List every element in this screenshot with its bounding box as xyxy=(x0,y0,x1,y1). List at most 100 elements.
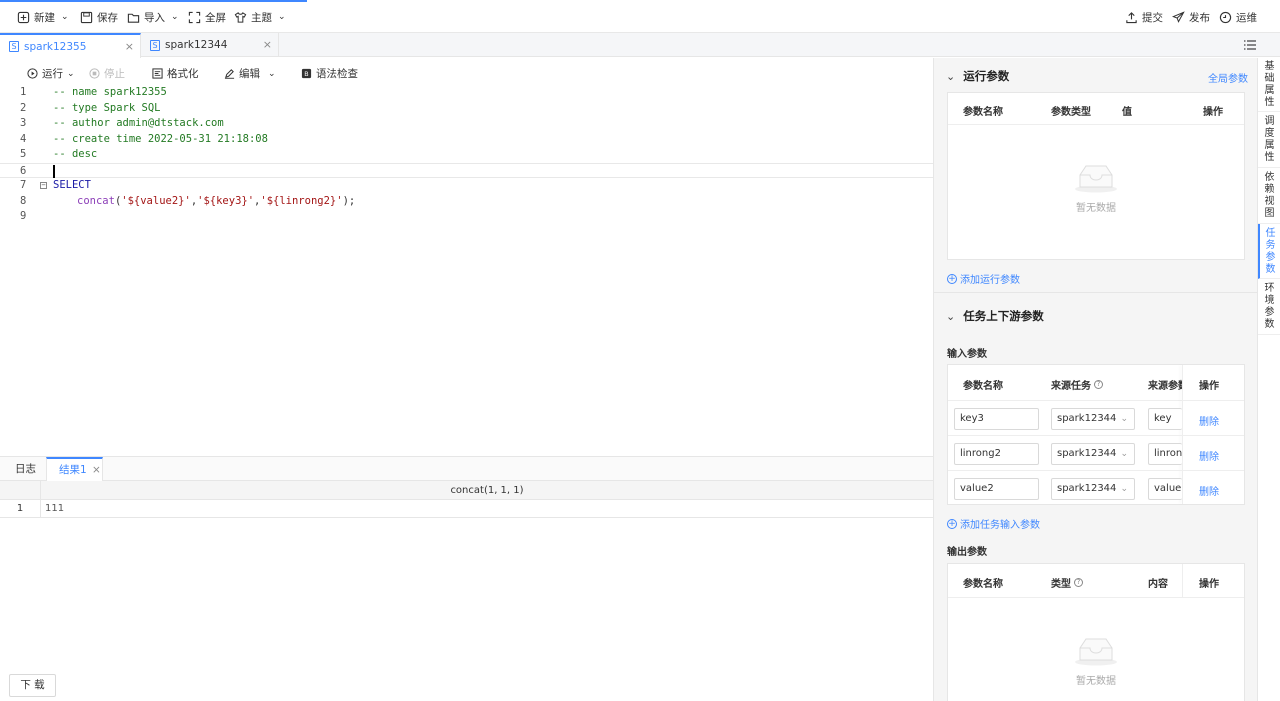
output-params-table: 参数名称 类型? 内容 操作 暂无数据 xyxy=(947,563,1245,701)
side-tab-basic-props[interactable]: 基础属性 xyxy=(1258,58,1280,112)
code-line-current: 6 xyxy=(0,162,933,178)
close-icon[interactable]: × xyxy=(92,464,101,476)
help-icon[interactable]: ? xyxy=(1094,380,1103,389)
table-row: 1 111 xyxy=(0,500,933,518)
add-input-param-button[interactable]: + 添加任务输入参数 xyxy=(947,516,1040,531)
theme-button[interactable]: 主题 ⌄ xyxy=(234,9,286,25)
code-line: 5 -- desc xyxy=(20,148,98,160)
import-button[interactable]: 导入 ⌄ xyxy=(127,9,179,25)
input-params-table: 参数名称 来源任务? 来源参数 操作 key3 spark12344⌄ key … xyxy=(947,364,1245,505)
send-icon xyxy=(1172,10,1185,23)
tab-list-icon[interactable] xyxy=(1244,40,1256,50)
param-name-input[interactable]: linrong2 xyxy=(954,443,1039,465)
plus-icon: + xyxy=(947,518,957,529)
delete-button[interactable]: 删除 xyxy=(1199,448,1219,463)
format-button[interactable]: 格式化 xyxy=(152,66,199,81)
global-params-link[interactable]: 全局参数 xyxy=(1208,70,1248,85)
code-editor[interactable]: 1 -- name spark12355 2 -- type Spark SQL 3… xyxy=(0,85,933,225)
table-row: value2 spark12344 ⌄ value 删除 xyxy=(948,471,1244,506)
source-task-select[interactable]: spark12344 ⌄ xyxy=(1051,443,1135,465)
source-task-select[interactable]: spark12344 ⌄ xyxy=(1051,408,1135,430)
fold-icon[interactable]: − xyxy=(40,182,47,189)
submit-button[interactable]: 提交 xyxy=(1125,9,1163,25)
side-tab-env-params[interactable]: 环境参数 xyxy=(1258,279,1280,335)
source-param-select[interactable]: value xyxy=(1148,478,1182,500)
run-button[interactable]: 运行 ⌄ xyxy=(27,66,75,81)
source-param-select[interactable]: linrong xyxy=(1148,443,1182,465)
pencil-icon xyxy=(224,69,235,79)
result-grid-header: concat(1, 1, 1) xyxy=(0,481,933,500)
save-button[interactable]: 保存 xyxy=(80,9,118,25)
save-icon xyxy=(80,11,93,23)
code-line: 2 -- type Spark SQL xyxy=(20,101,161,114)
upload-icon xyxy=(1126,11,1137,23)
close-icon[interactable]: × xyxy=(125,40,134,53)
help-icon[interactable]: ? xyxy=(1074,578,1083,587)
param-name-input[interactable]: key3 xyxy=(954,408,1039,430)
param-name-input[interactable]: value2 xyxy=(954,478,1039,500)
fullscreen-button[interactable]: 全屏 xyxy=(188,9,226,25)
chevron-down-icon: ⌄ xyxy=(1120,449,1128,459)
tab-result-1[interactable]: 结果1 × xyxy=(46,457,103,482)
table-cell[interactable]: 111 xyxy=(45,500,64,517)
table-header: 参数名称 来源任务? 来源参数 操作 xyxy=(948,365,1244,401)
chevron-down-icon: ⌄ xyxy=(946,309,956,323)
svg-text:B: B xyxy=(304,70,308,78)
upstream-params-section[interactable]: ⌄ 任务上下游参数 xyxy=(946,308,1044,324)
close-icon[interactable]: × xyxy=(263,38,272,51)
file-tab-bar: S spark12355 × S spark12344 × xyxy=(0,33,1280,58)
chevron-down-icon: ⌄ xyxy=(171,12,179,22)
side-tab-dependency-view[interactable]: 依赖视图 xyxy=(1258,168,1280,224)
source-task-select[interactable]: spark12344 ⌄ xyxy=(1051,478,1135,500)
download-button[interactable]: 下 载 xyxy=(9,674,56,697)
edit-button[interactable]: 编辑 ⌄ xyxy=(224,66,276,81)
delete-button[interactable]: 删除 xyxy=(1199,413,1219,428)
ops-button[interactable]: 运维 xyxy=(1219,9,1257,25)
row-number: 1 xyxy=(0,500,41,517)
side-tab-task-params[interactable]: 任务参数 xyxy=(1258,224,1280,279)
chevron-down-icon: ⌄ xyxy=(1120,484,1128,494)
loading-bar xyxy=(0,0,307,2)
text-caret xyxy=(53,164,55,178)
fixed-column-shadow xyxy=(1182,564,1183,598)
code-line: 9 xyxy=(20,210,27,222)
top-toolbar: 新建 ⌄ 保存 导入 ⌄ 全屏 主题 ⌄ 提交 发布 运维 xyxy=(0,0,1280,33)
run-params-table: 参数名称 参数类型 值 操作 暂无数据 xyxy=(947,92,1245,260)
table-row: key3 spark12344 ⌄ key 删除 xyxy=(948,401,1244,436)
stop-button[interactable]: 停止 xyxy=(89,66,125,81)
side-tab-schedule-props[interactable]: 调度属性 xyxy=(1258,112,1280,168)
tab-spark12344[interactable]: S spark12344 × xyxy=(141,33,279,57)
new-button[interactable]: 新建 ⌄ xyxy=(17,9,69,25)
code-line: 1 -- name spark12355 xyxy=(20,86,167,98)
chevron-down-icon: ⌄ xyxy=(67,68,75,79)
file-icon: S xyxy=(9,41,19,52)
column-header[interactable]: concat(1, 1, 1) xyxy=(41,481,933,500)
fullscreen-icon xyxy=(188,11,201,23)
code-line: 7− SELECT xyxy=(20,179,91,191)
syntax-check-button[interactable]: B 语法检查 xyxy=(301,66,358,81)
side-tab-bar: 基础属性 调度属性 依赖视图 任务参数 环境参数 xyxy=(1257,58,1280,701)
tab-spark12355[interactable]: S spark12355 × xyxy=(0,33,141,58)
output-params-label: 输出参数 xyxy=(947,547,987,558)
divider xyxy=(934,292,1257,293)
delete-button[interactable]: 删除 xyxy=(1199,483,1219,498)
table-row: linrong2 spark12344⌄ linrong 删除 xyxy=(948,436,1244,471)
play-icon xyxy=(27,68,38,79)
stop-icon xyxy=(89,68,100,79)
publish-button[interactable]: 发布 xyxy=(1172,9,1210,25)
editor-toolbar: 运行 ⌄ 停止 格式化 编辑 ⌄ B 语法检查 xyxy=(0,58,933,88)
new-icon xyxy=(17,11,30,23)
tab-log[interactable]: 日志 xyxy=(15,457,36,481)
add-run-param-button[interactable]: + 添加运行参数 xyxy=(947,271,1020,286)
row-number-header xyxy=(0,481,41,499)
run-params-section[interactable]: ⌄ 运行参数 xyxy=(946,68,1009,84)
results-tab-bar: 日志 结果1 × xyxy=(0,456,933,482)
source-param-select[interactable]: key xyxy=(1148,408,1182,430)
folder-icon xyxy=(127,13,140,23)
input-params-label: 输入参数 xyxy=(947,349,987,360)
task-params-panel: ⌄ 运行参数 全局参数 参数名称 参数类型 值 操作 暂无数据 + 添加运行参数… xyxy=(933,58,1257,701)
table-header: 参数名称 类型? 内容 操作 xyxy=(948,564,1244,598)
code-line: 8 concat('${value2}','${key3}','${linrong… xyxy=(20,194,356,207)
empty-box-icon xyxy=(1075,165,1117,193)
chevron-down-icon: ⌄ xyxy=(278,12,286,22)
